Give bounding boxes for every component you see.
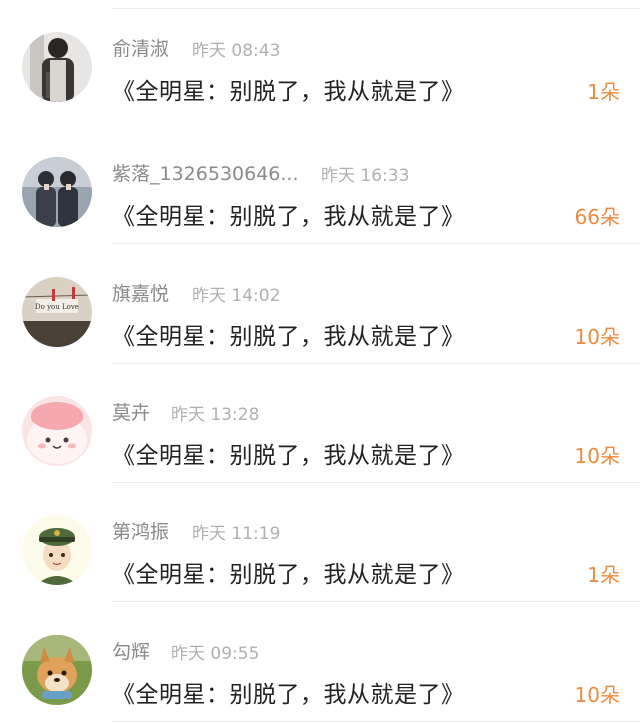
- timestamp: 昨天 11:19: [192, 524, 281, 544]
- flower-count: 10朵: [574, 325, 620, 349]
- list-item[interactable]: 俞清淑 昨天 08:43 《全明星：别脱了，我从就是了》 1朵: [0, 0, 640, 119]
- flower-count: 10朵: [574, 683, 620, 707]
- divider: [112, 721, 640, 722]
- book-title[interactable]: 《全明星：别脱了，我从就是了》: [112, 72, 465, 106]
- list-item[interactable]: 莫卉 昨天 13:28 《全明星：别脱了，我从就是了》 10朵: [0, 364, 640, 483]
- book-title[interactable]: 《全明星：别脱了，我从就是了》: [112, 436, 465, 470]
- book-title[interactable]: 《全明星：别脱了，我从就是了》: [112, 675, 465, 709]
- avatar[interactable]: [22, 157, 92, 227]
- flower-count: 1朵: [587, 80, 620, 104]
- avatar[interactable]: Do you Love: [22, 277, 92, 347]
- person-photo-icon: [22, 32, 92, 102]
- avatar[interactable]: [22, 32, 92, 102]
- gift-record-list: 紫落_1326530646... 昨天 16:33 《全明星：别脱了，我从就是了…: [0, 0, 640, 724]
- list-item[interactable]: 勾辉 昨天 09:55 《全明星：别脱了，我从就是了》 10朵: [0, 603, 640, 722]
- timestamp: 昨天 08:43: [192, 41, 281, 61]
- avatar[interactable]: [22, 635, 92, 705]
- list-item[interactable]: 第鸿振 昨天 11:19 《全明星：别脱了，我从就是了》 1朵: [0, 483, 640, 602]
- list-item[interactable]: 紫落_1326530646... 昨天 16:33 《全明星：别脱了，我从就是了…: [0, 125, 640, 244]
- soldier-cartoon-icon: [22, 515, 92, 585]
- divider: [112, 243, 640, 244]
- user-name[interactable]: 第鸿振: [112, 517, 169, 544]
- do-you-love-photo-icon: Do you Love: [22, 277, 92, 347]
- user-name[interactable]: 旗嘉悦: [112, 279, 169, 306]
- book-title[interactable]: 《全明星：别脱了，我从就是了》: [112, 197, 465, 231]
- book-title[interactable]: 《全明星：别脱了，我从就是了》: [112, 317, 465, 351]
- timestamp: 昨天 16:33: [321, 166, 410, 186]
- user-name[interactable]: 俞清淑: [112, 34, 169, 61]
- timestamp: 昨天 14:02: [192, 286, 281, 306]
- dog-photo-icon: [22, 635, 92, 705]
- user-name[interactable]: 勾辉: [112, 637, 150, 664]
- avatar[interactable]: [22, 396, 92, 466]
- flower-count: 10朵: [574, 444, 620, 468]
- couple-photo-icon: [22, 157, 92, 227]
- timestamp: 昨天 09:55: [171, 644, 260, 664]
- divider: [112, 601, 640, 602]
- list-item[interactable]: Do you Love 旗嘉悦 昨天 14:02 《全明星：别脱了，我从就是了》…: [0, 245, 640, 364]
- pink-cartoon-icon: [22, 396, 92, 466]
- svg-text:Do you Love: Do you Love: [35, 303, 79, 311]
- flower-count: 1朵: [587, 563, 620, 587]
- avatar[interactable]: [22, 515, 92, 585]
- book-title[interactable]: 《全明星：别脱了，我从就是了》: [112, 555, 465, 589]
- flower-count: 66朵: [574, 205, 620, 229]
- user-name[interactable]: 莫卉: [112, 398, 150, 425]
- timestamp: 昨天 13:28: [171, 405, 260, 425]
- user-name[interactable]: 紫落_1326530646...: [112, 159, 299, 186]
